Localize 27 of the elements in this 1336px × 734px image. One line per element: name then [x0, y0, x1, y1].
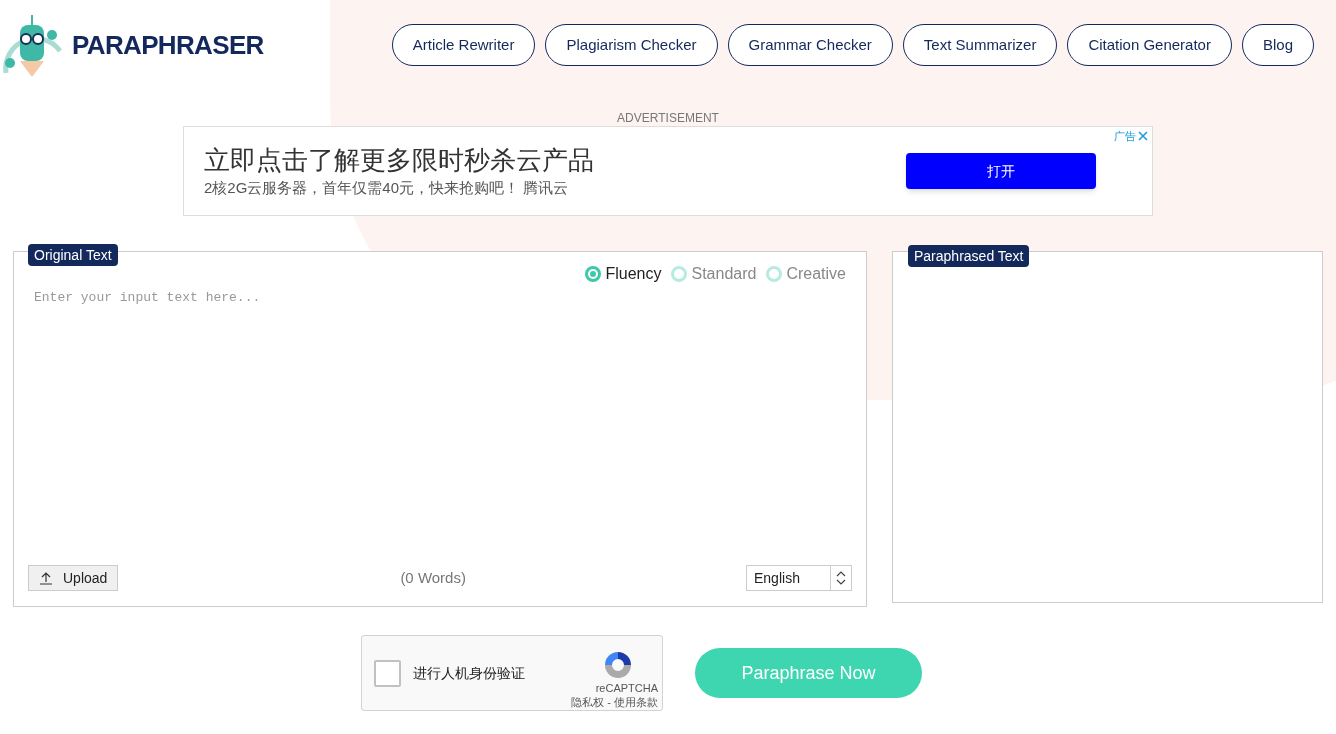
close-icon[interactable]	[1138, 131, 1148, 142]
word-count: (0 Words)	[400, 567, 466, 588]
ad-label: ADVERTISEMENT	[617, 110, 719, 126]
nav-link[interactable]: Text Summarizer	[902, 24, 1058, 66]
brand-name: PARAPHRASER	[72, 28, 264, 62]
ad-open-button[interactable]: 打开	[906, 153, 1096, 189]
upload-button[interactable]: Upload	[28, 565, 119, 591]
recaptcha-brand: reCAPTCHA	[595, 681, 658, 695]
nav-link[interactable]: Article Rewriter	[391, 24, 536, 66]
recaptcha-logo	[602, 649, 634, 681]
captcha-label: 进行人机身份验证	[413, 663, 525, 683]
mode-radio[interactable]: Fluency	[585, 262, 662, 286]
panel-title: Original Text	[28, 244, 118, 266]
ad-subline: 2核2G云服务器，首年仅需40元，快来抢购吧！ 腾讯云	[204, 178, 570, 198]
mode-radio[interactable]: Creative	[766, 262, 846, 286]
ad-tag: 广告	[1114, 128, 1136, 145]
nav-link[interactable]: Grammar Checker	[727, 24, 893, 66]
privacy-terms-link[interactable]: 隐私权 - 使用条款	[571, 695, 658, 709]
nav-link[interactable]: Plagiarism Checker	[545, 24, 718, 66]
mode-radio[interactable]: Standard	[671, 262, 757, 286]
captcha-checkbox[interactable]	[374, 659, 401, 687]
upload-icon	[39, 571, 53, 585]
nav-link[interactable]: Citation Generator	[1067, 24, 1232, 66]
panel-title: Paraphrased Text	[908, 245, 1030, 267]
language-select[interactable]: English	[746, 565, 852, 591]
ad-headline: 立即点击了解更多限时秒杀云产品	[204, 144, 594, 177]
chevrons-icon	[835, 569, 847, 587]
